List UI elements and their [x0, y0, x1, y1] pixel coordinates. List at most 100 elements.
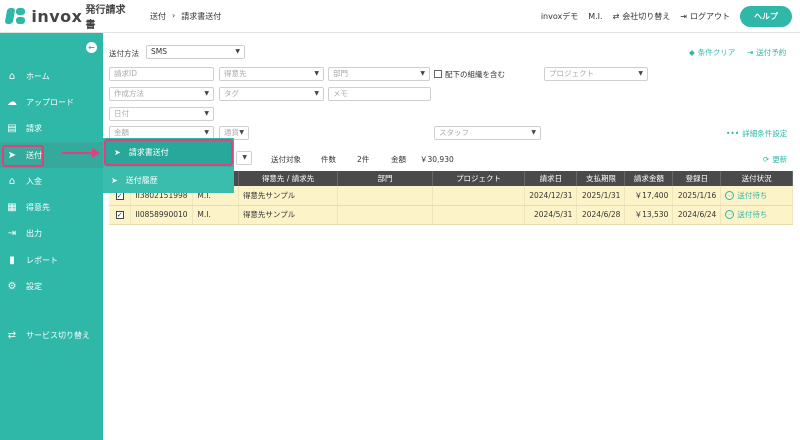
- cell-status[interactable]: … 送付待ち: [720, 186, 793, 206]
- tenant-name: invoxデモ: [540, 11, 579, 21]
- chevron-down-icon: ▼: [638, 70, 643, 77]
- tag-select[interactable]: タグ ▼: [219, 87, 324, 101]
- sidebar-item-label: ホーム: [26, 71, 50, 81]
- refresh-label: 更新: [772, 155, 788, 164]
- cell-status[interactable]: … 送付待ち: [720, 205, 793, 225]
- project-select[interactable]: プロジェクト ▼: [544, 67, 648, 81]
- row-checkbox[interactable]: ✓: [109, 205, 132, 225]
- app-logo[interactable]: invox 発行請求書: [4, 1, 134, 31]
- home-icon: ⌂: [8, 70, 16, 82]
- chevron-down-icon: ▼: [314, 90, 319, 97]
- cell-invoice-date: 2024/12/31: [524, 186, 578, 206]
- submenu-item-send-history[interactable]: ➤ 送付履歴: [103, 167, 234, 193]
- date-select[interactable]: 日付 ▼: [109, 107, 214, 121]
- send-method-select[interactable]: SMS ▼: [146, 45, 245, 59]
- highlight-box: [2, 144, 44, 167]
- cell-staff: M.I.: [192, 205, 239, 225]
- send-submenu: ➤ 請求書送付 ➤ 送付履歴: [103, 138, 234, 193]
- refresh-link[interactable]: ⟳ 更新: [763, 154, 787, 165]
- help-button[interactable]: ヘルプ: [740, 5, 792, 27]
- cell-invoice-id: II0858990010: [130, 205, 194, 225]
- cell-customer: 得意先サンプル: [238, 186, 339, 206]
- logout-link[interactable]: ⇥ ログアウト: [680, 11, 730, 22]
- chevron-down-icon: ▼: [531, 129, 536, 136]
- user-name: M.I.: [588, 11, 603, 21]
- creation-method-select[interactable]: 作成方法 ▼: [109, 87, 214, 101]
- collapse-sidebar-icon[interactable]: ←: [86, 42, 97, 53]
- switch-company-link[interactable]: ⇄ 会社切り替え: [613, 11, 671, 22]
- sidebar-item-label: 請求: [26, 124, 42, 134]
- sidebar-item-label: 出力: [26, 229, 42, 239]
- sidebar-item-label: 入金: [26, 176, 42, 186]
- department-placeholder: 部門: [333, 69, 348, 78]
- col-header-status[interactable]: 送付状況: [720, 171, 793, 186]
- customer-select[interactable]: 得意先 ▼: [219, 67, 324, 81]
- cell-department: [337, 186, 433, 206]
- sidebar-item-home[interactable]: ⌂ ホーム: [0, 63, 103, 89]
- status-label: 送付待ち: [737, 190, 768, 200]
- chevron-down-icon: ▼: [235, 48, 240, 55]
- calendar-send-icon: ⇥: [747, 48, 754, 57]
- amount-label: 金額: [391, 155, 406, 164]
- department-select[interactable]: 部門 ▼: [328, 67, 430, 81]
- chevron-down-icon: ▼: [314, 70, 319, 77]
- more-dots-icon: •••: [726, 129, 740, 138]
- action-select[interactable]: ▼: [236, 151, 252, 165]
- breadcrumb-parent[interactable]: 送付: [150, 11, 166, 22]
- chevron-down-icon: ▼: [242, 154, 247, 161]
- send-target-label: 送付対象: [271, 155, 301, 164]
- sidebar-item-label: アップロード: [26, 97, 74, 107]
- breadcrumb-current: 請求書送付: [181, 11, 222, 21]
- col-header-customer[interactable]: 得意先 / 請求先: [238, 171, 339, 186]
- sidebar-item-billing[interactable]: ▤ 請求: [0, 116, 103, 142]
- include-sub-orgs-label: 配下の組織を含む: [445, 70, 505, 79]
- cloud-upload-icon: ☁: [7, 96, 17, 108]
- condition-clear-link[interactable]: ◆ 条件クリア: [689, 47, 735, 58]
- count-label: 件数: [321, 155, 336, 164]
- chart-icon: ▮: [9, 254, 15, 266]
- sidebar-item-settings[interactable]: ⚙ 設定: [0, 273, 103, 299]
- main-content: 送付方法 SMS ▼ ◆ 条件クリア ⇥ 送付予約 請求ID 得意先 ▼ 部門 …: [103, 33, 800, 440]
- gear-icon: ⚙: [7, 281, 17, 293]
- table-row[interactable]: ✓ II0858990010 M.I. 得意先サンプル 2024/5/31 20…: [109, 205, 793, 225]
- logo-text: invox: [31, 6, 83, 26]
- sidebar-item-upload[interactable]: ☁ アップロード: [0, 89, 103, 115]
- col-header-project[interactable]: プロジェクト: [432, 171, 526, 186]
- service-switch[interactable]: ⇄ サービス切り替え: [0, 324, 103, 346]
- sidebar-item-output[interactable]: ⇥ 出力: [0, 221, 103, 247]
- invoice-id-input[interactable]: 請求ID: [109, 67, 214, 81]
- header-right: invoxデモ M.I. ⇄ 会社切り替え ⇥ ログアウト ヘルプ: [540, 5, 792, 27]
- breadcrumb-separator: ›: [172, 10, 176, 20]
- service-switch-label: サービス切り替え: [26, 330, 90, 340]
- scheduled-send-link[interactable]: ⇥ 送付予約: [747, 47, 786, 58]
- advanced-settings-link[interactable]: ••• 詳細条件設定: [726, 128, 787, 139]
- eraser-icon: ◆: [689, 48, 695, 57]
- chat-bubble-icon: …: [725, 190, 735, 200]
- cell-invoice-date: 2024/5/31: [524, 205, 578, 225]
- sidebar-item-report[interactable]: ▮ レポート: [0, 247, 103, 273]
- amount-value: ￥30,930: [420, 155, 454, 164]
- export-icon: ⇥: [7, 228, 17, 240]
- sidebar-item-label: 設定: [26, 282, 42, 292]
- staff-select[interactable]: スタッフ ▼: [434, 126, 541, 140]
- col-header-invoice-date[interactable]: 請求日: [524, 171, 578, 186]
- col-header-department[interactable]: 部門: [337, 171, 433, 186]
- chevron-down-icon: ▼: [204, 110, 209, 117]
- cell-registered: 2025/1/16: [672, 186, 722, 206]
- paper-plane-icon: ➤: [114, 148, 121, 157]
- creation-method-placeholder: 作成方法: [114, 89, 144, 98]
- col-header-amount[interactable]: 請求金額: [624, 171, 674, 186]
- col-header-registered[interactable]: 登録日: [672, 171, 722, 186]
- cell-project: [432, 186, 526, 206]
- logo-mark-icon: [4, 7, 27, 25]
- submenu-item-invoice-send[interactable]: ➤ 請求書送付: [104, 139, 233, 166]
- col-header-due-date[interactable]: 支払期限: [576, 171, 626, 186]
- sidebar-item-customers[interactable]: ▦ 得意先: [0, 194, 103, 220]
- cell-department: [337, 205, 433, 225]
- cell-customer: 得意先サンプル: [238, 205, 339, 225]
- sidebar-item-payment[interactable]: ⌂ 入金: [0, 168, 103, 194]
- top-header: invox 発行請求書 送付 › 請求書送付 invoxデモ M.I. ⇄ 会社…: [0, 0, 800, 33]
- sidebar-item-label: 得意先: [26, 203, 50, 213]
- memo-input[interactable]: メモ: [328, 87, 431, 101]
- include-sub-orgs-checkbox[interactable]: 配下の組織を含む: [434, 69, 505, 80]
